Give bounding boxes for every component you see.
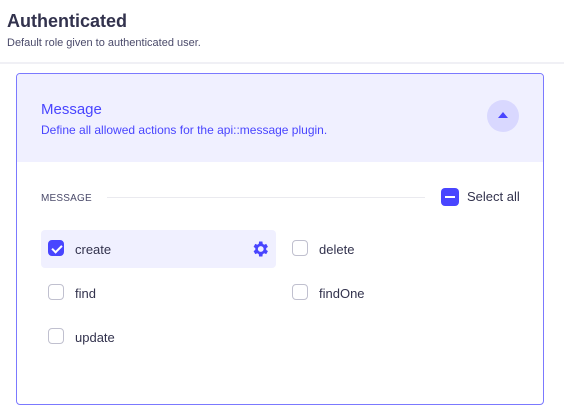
- plugin-card-header: Message Define all allowed actions for t…: [17, 74, 543, 162]
- permission-update[interactable]: update: [41, 318, 276, 356]
- permission-label: delete: [319, 242, 355, 257]
- page-subtitle: Default role given to authenticated user…: [7, 37, 201, 49]
- permission-checkbox[interactable]: [292, 284, 308, 300]
- page-title: Authenticated: [7, 11, 128, 31]
- permission-delete[interactable]: delete: [285, 230, 520, 268]
- indeterminate-checkbox-icon: [441, 188, 459, 206]
- header-divider: [0, 62, 564, 64]
- select-all-label: Select all: [467, 189, 520, 204]
- permission-findone[interactable]: findOne: [285, 274, 520, 312]
- plugin-description: Define all allowed actions for the api::…: [41, 123, 328, 137]
- role-header: Authenticated Default role given to auth…: [0, 0, 564, 62]
- permission-checkbox[interactable]: [292, 240, 308, 256]
- gear-icon[interactable]: [250, 239, 270, 259]
- section-label: MESSAGE: [41, 193, 92, 204]
- chevron-up-icon: [498, 112, 508, 118]
- permission-find[interactable]: find: [41, 274, 276, 312]
- permission-checkbox[interactable]: [48, 240, 64, 256]
- section-divider: [107, 197, 425, 198]
- plugin-title: Message: [41, 101, 102, 118]
- permission-create[interactable]: create: [41, 230, 276, 268]
- permission-label: update: [75, 330, 115, 345]
- plugin-permissions-card: Message Define all allowed actions for t…: [16, 73, 544, 405]
- collapse-button[interactable]: [487, 100, 519, 132]
- permission-label: findOne: [319, 286, 365, 301]
- permission-label: find: [75, 286, 96, 301]
- permission-checkbox[interactable]: [48, 284, 64, 300]
- permission-label: create: [75, 242, 112, 257]
- permission-checkbox[interactable]: [48, 328, 64, 344]
